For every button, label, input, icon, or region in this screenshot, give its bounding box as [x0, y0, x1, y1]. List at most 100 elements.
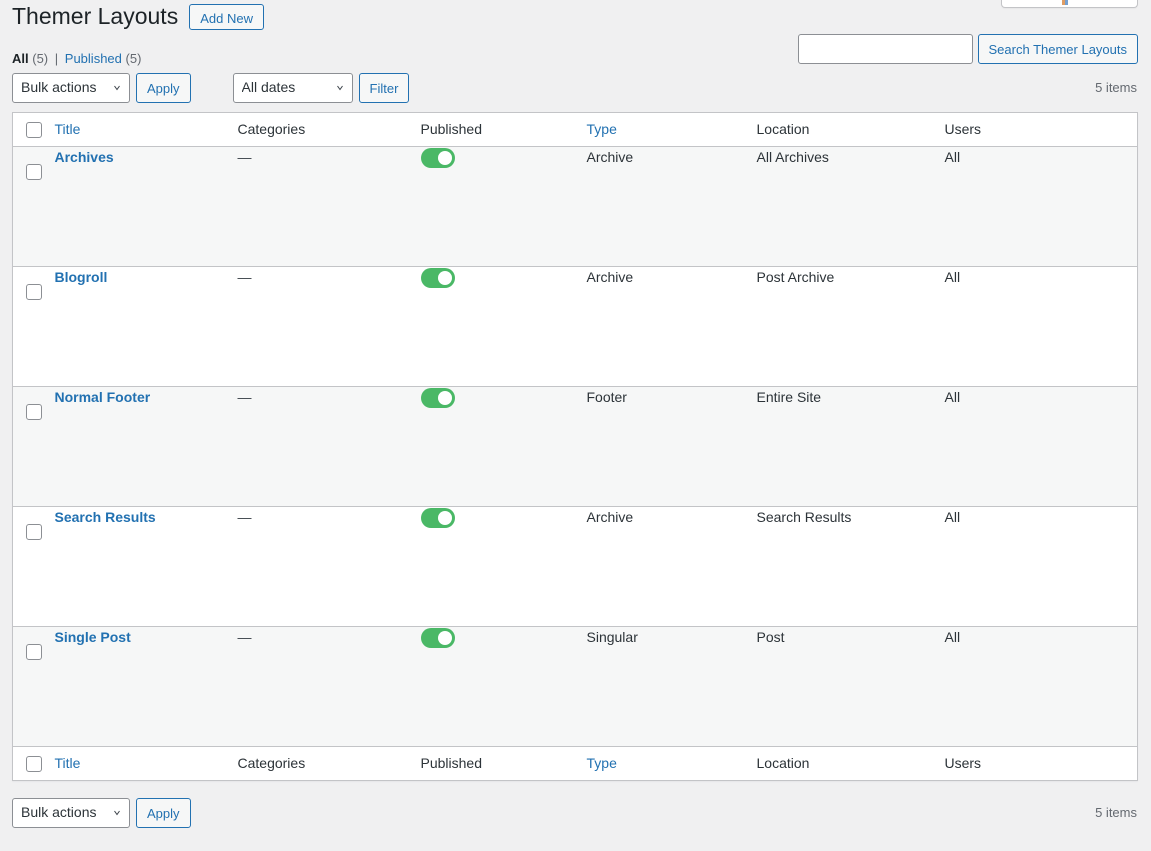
column-header-users-label: Users [944, 121, 982, 138]
apply-button-top[interactable]: Apply [136, 73, 191, 103]
column-footer-users: Users [944, 746, 1138, 781]
row-location-cell: Post Archive [756, 269, 835, 285]
search-input[interactable] [797, 34, 973, 64]
column-footer-location-label: Location [756, 755, 810, 772]
column-header-type[interactable]: Type [586, 112, 757, 147]
table-body: Archives — Archive All Archives All Blogroll —… [12, 146, 1138, 747]
tablenav-bottom: Bulk actionsEditMove to Trash Apply [12, 798, 191, 828]
column-footer-categories-label: Categories [237, 755, 306, 772]
row-select-checkbox[interactable] [26, 164, 42, 181]
search-submit-button[interactable]: Search Themer Layouts [977, 34, 1138, 64]
row-categories-value: — [237, 389, 252, 405]
row-type-cell: Singular [586, 629, 638, 645]
tablenav-top: Bulk actionsEditMove to Trash Apply All … [12, 73, 410, 103]
row-select-checkbox[interactable] [26, 404, 42, 421]
row-type-cell: Archive [586, 149, 634, 165]
row-title-cell: Search Results [55, 507, 238, 627]
row-users-cell: All [944, 269, 961, 285]
table-row: Search Results — Archive Search Results All [12, 506, 1138, 627]
row-location-cell: All Archives [756, 149, 829, 165]
bulk-actions-select-top[interactable]: Bulk actionsEditMove to Trash [12, 73, 130, 103]
view-all-count: (5) [32, 51, 49, 66]
column-footer-type-label[interactable]: Type [587, 755, 617, 771]
row-title-link[interactable]: Archives [55, 149, 114, 165]
column-header-location-label: Location [756, 121, 810, 138]
table-head: Title Categories Published Type Location… [12, 112, 1138, 147]
column-footer-location: Location [756, 746, 945, 781]
row-published-cell [420, 507, 587, 627]
row-title-link[interactable]: Normal Footer [55, 389, 151, 405]
toggle-knob [437, 631, 452, 646]
row-title-cell: Blogroll [55, 267, 238, 387]
date-filter-select-wrap: All dates [232, 73, 353, 103]
view-published-label[interactable]: Published [65, 51, 122, 66]
column-footer-title[interactable]: Title [54, 746, 238, 781]
row-select-cell [13, 507, 55, 627]
admin-page: Themer Layouts Add New Search Themer Lay… [0, 0, 1151, 851]
column-footer-type[interactable]: Type [586, 746, 757, 781]
row-select-checkbox[interactable] [26, 644, 42, 661]
view-all-label[interactable]: All [12, 51, 29, 66]
row-location-cell: Search Results [756, 509, 852, 525]
toggle-knob [437, 391, 452, 406]
bulk-actions-select-wrap-bottom: Bulk actionsEditMove to Trash [12, 798, 130, 828]
row-select-cell [13, 267, 55, 387]
column-header-published: Published [420, 112, 587, 147]
column-header-published-label: Published [420, 121, 483, 138]
select-all-checkbox-top[interactable] [26, 122, 42, 139]
toggle-knob [437, 511, 452, 526]
apply-button-bottom[interactable]: Apply [136, 798, 191, 828]
column-footer-categories: Categories [237, 746, 421, 781]
row-categories-cell: — [238, 147, 421, 267]
filter-button[interactable]: Filter [358, 73, 410, 103]
published-toggle[interactable] [420, 148, 455, 169]
row-users-cell: All [944, 149, 961, 165]
row-select-checkbox[interactable] [26, 284, 42, 301]
row-title-link[interactable]: Search Results [55, 509, 156, 525]
published-toggle[interactable] [420, 268, 455, 289]
row-categories-value: — [237, 629, 252, 645]
row-title-link[interactable]: Blogroll [55, 269, 108, 285]
view-published-count: (5) [125, 51, 142, 66]
row-categories-cell: — [238, 267, 421, 387]
row-location-cell: Post [756, 629, 785, 645]
row-select-cell [13, 627, 55, 747]
row-title-cell: Single Post [55, 627, 238, 747]
row-type-cell: Archive [586, 509, 634, 525]
published-toggle[interactable] [420, 388, 455, 409]
row-categories-cell: — [238, 507, 421, 627]
screen-meta-panel-edge [1001, 0, 1138, 8]
date-filter-select[interactable]: All dates [232, 73, 353, 103]
search-box: Search Themer Layouts [797, 34, 1138, 64]
select-all-checkbox-bottom[interactable] [26, 756, 42, 773]
screen-meta-panel-marker [1062, 0, 1068, 5]
table-row: Blogroll — Archive Post Archive All [12, 266, 1138, 387]
row-categories-value: — [237, 149, 252, 165]
bulk-actions-select-wrap-top: Bulk actionsEditMove to Trash [12, 73, 130, 103]
published-toggle[interactable] [420, 628, 455, 649]
published-toggle[interactable] [420, 508, 455, 529]
add-new-button[interactable]: Add New [189, 4, 264, 30]
table-row: Normal Footer — Footer Entire Site All [12, 386, 1138, 507]
row-published-cell [420, 387, 587, 507]
column-header-categories-label: Categories [237, 121, 306, 138]
items-count-top: 5 items [1095, 80, 1137, 95]
column-header-type-label[interactable]: Type [587, 121, 617, 137]
bulk-actions-select-bottom[interactable]: Bulk actionsEditMove to Trash [12, 798, 130, 828]
select-all-header [12, 112, 55, 147]
column-footer-published: Published [420, 746, 587, 781]
select-all-footer [12, 746, 55, 781]
column-footer-title-label[interactable]: Title [55, 755, 81, 771]
row-type-cell: Footer [586, 389, 627, 405]
row-users-cell: All [944, 509, 961, 525]
row-title-link[interactable]: Single Post [55, 629, 131, 645]
row-select-cell [13, 387, 55, 507]
column-header-title[interactable]: Title [54, 112, 238, 147]
row-categories-cell: — [238, 387, 421, 507]
table-row: Single Post — Singular Post All [12, 626, 1138, 747]
table-row: Archives — Archive All Archives All [12, 146, 1138, 267]
row-select-checkbox[interactable] [26, 524, 42, 541]
page-title: Themer Layouts [12, 3, 179, 30]
row-location-cell: Entire Site [756, 389, 822, 405]
column-header-title-label[interactable]: Title [55, 121, 81, 137]
